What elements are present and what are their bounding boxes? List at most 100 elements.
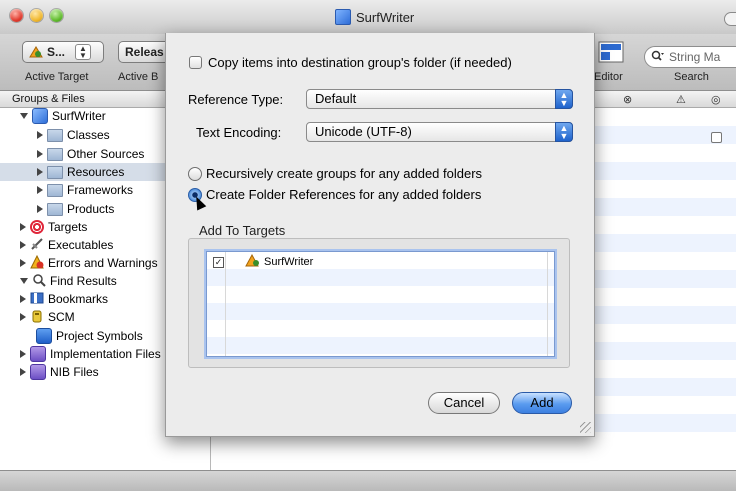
sidebar-item-errors-and-warnings[interactable]: Errors and Warnings — [20, 254, 158, 272]
sidebar-item-other-sources[interactable]: Other Sources — [37, 145, 144, 163]
sidebar-item-label: Products — [67, 202, 115, 216]
smart-group-icon — [30, 346, 46, 362]
active-target-popup[interactable]: S... ▲ ▼ — [22, 41, 104, 63]
minimize-window-button[interactable] — [30, 9, 43, 22]
sidebar-item-find-results[interactable]: Find Results — [20, 272, 117, 290]
disclosure-closed-icon[interactable] — [20, 241, 26, 249]
reference-type-value: Default — [315, 91, 357, 106]
window-title: SurfWriter — [335, 9, 414, 25]
disclosure-closed-icon[interactable] — [20, 223, 26, 231]
disclosure-closed-icon[interactable] — [37, 150, 43, 158]
errors-column-icon[interactable]: ⊗ — [623, 93, 632, 106]
popup-stepper-icon: ▲ ▼ — [75, 44, 92, 60]
target-name: SurfWriter — [264, 256, 314, 268]
target-membership-checkbox[interactable] — [711, 132, 722, 143]
close-window-button[interactable] — [10, 9, 23, 22]
disclosure-closed-icon[interactable] — [37, 168, 43, 176]
search-icon — [651, 50, 665, 65]
sidebar-item-surfwriter[interactable]: SurfWriter — [20, 107, 106, 125]
popup-arrows-icon: ▲ ▼ — [555, 122, 573, 142]
sidebar-item-targets[interactable]: Targets — [20, 218, 87, 236]
disclosure-closed-icon[interactable] — [37, 205, 43, 213]
cancel-button[interactable]: Cancel — [428, 392, 500, 414]
add-button[interactable]: Add — [512, 392, 572, 414]
target-icon — [30, 220, 44, 234]
sidebar-item-bookmarks[interactable]: Bookmarks — [20, 290, 108, 308]
sidebar-item-scm[interactable]: SCM — [20, 308, 75, 326]
sidebar-item-label: Targets — [48, 220, 88, 234]
sidebar-item-implementation-files[interactable]: Implementation Files — [20, 345, 161, 363]
sidebar-item-label: Project Symbols — [56, 329, 143, 343]
folder-icon — [47, 165, 63, 179]
sidebar-item-resources[interactable]: Resources — [37, 163, 124, 181]
toolbar-toggle-button[interactable] — [724, 12, 736, 26]
disclosure-closed-icon[interactable] — [37, 131, 43, 139]
copy-items-checkbox[interactable] — [189, 56, 202, 69]
targets-table[interactable]: ✓ SurfWriter — [206, 251, 555, 357]
sidebar-item-label: Bookmarks — [48, 292, 109, 306]
sidebar-item-label: SurfWriter — [52, 109, 106, 123]
column-divider — [547, 252, 548, 356]
zoom-window-button[interactable] — [50, 9, 63, 22]
sidebar-item-project-symbols[interactable]: Project Symbols — [36, 327, 143, 345]
copy-items-label: Copy items into destination group's fold… — [208, 55, 512, 70]
reference-type-popup[interactable]: Default ▲ ▼ — [306, 89, 573, 109]
add-to-targets-title: Add To Targets — [199, 223, 286, 238]
sidebar-item-nib-files[interactable]: NIB Files — [20, 363, 99, 381]
search-field[interactable]: String Ma — [644, 46, 736, 68]
scm-icon — [30, 309, 44, 326]
disclosure-closed-icon[interactable] — [20, 368, 26, 376]
folder-icon — [47, 202, 63, 216]
disclosure-closed-icon[interactable] — [37, 186, 43, 194]
text-encoding-value: Unicode (UTF-8) — [315, 124, 412, 139]
active-target-value: S... — [47, 45, 66, 59]
sidebar-item-executables[interactable]: Executables — [20, 236, 113, 254]
sidebar-item-label: Frameworks — [67, 183, 134, 197]
bookmarks-icon — [30, 291, 44, 308]
popup-arrows-icon: ▲ ▼ — [555, 89, 573, 109]
smart-group-icon — [30, 364, 46, 380]
symbols-icon — [36, 328, 52, 344]
column-divider — [225, 252, 226, 356]
disclosure-closed-icon[interactable] — [20, 295, 26, 303]
add-files-sheet: Copy items into destination group's fold… — [165, 33, 595, 437]
xcode-project-window: SurfWriter S... ▲ ▼ Releas Active Target … — [0, 0, 736, 491]
sidebar-item-label: NIB Files — [50, 365, 99, 379]
table-row — [207, 286, 554, 303]
folder-icon — [47, 183, 63, 197]
text-encoding-popup[interactable]: Unicode (UTF-8) ▲ ▼ — [306, 122, 573, 142]
executables-icon — [30, 237, 44, 254]
warnings-column-icon[interactable]: ⚠ — [676, 93, 686, 106]
resize-grip-icon[interactable] — [580, 422, 591, 433]
active-build-configuration-value: Releas — [125, 45, 164, 59]
disclosure-closed-icon[interactable] — [20, 259, 26, 267]
target-row-surfwriter[interactable]: SurfWriter — [245, 253, 314, 270]
sidebar-item-label: Implementation Files — [50, 347, 161, 361]
radio-folder-references-label: Create Folder References for any added f… — [206, 187, 482, 202]
sidebar-item-classes[interactable]: Classes — [37, 126, 110, 144]
sidebar-item-label: Classes — [67, 128, 110, 142]
sidebar-item-label: Errors and Warnings — [48, 256, 158, 270]
table-row — [207, 320, 554, 337]
project-icon — [32, 108, 48, 124]
sidebar-item-products[interactable]: Products — [37, 200, 114, 218]
disclosure-closed-icon[interactable] — [20, 313, 26, 321]
target-column-icon[interactable]: ◎ — [711, 93, 721, 106]
radio-recursive-groups[interactable] — [188, 167, 202, 181]
reference-type-label: Reference Type: — [188, 92, 284, 107]
folder-icon — [47, 147, 63, 161]
disclosure-open-icon[interactable] — [20, 278, 28, 284]
status-bar — [0, 470, 736, 491]
table-row — [207, 303, 554, 320]
window-title-text: SurfWriter — [356, 9, 415, 25]
target-checkbox-surfwriter[interactable]: ✓ — [213, 257, 224, 268]
disclosure-open-icon[interactable] — [20, 113, 28, 119]
disclosure-closed-icon[interactable] — [20, 350, 26, 358]
sidebar-item-frameworks[interactable]: Frameworks — [37, 181, 133, 199]
editor-toggle-icon[interactable] — [598, 41, 624, 63]
active-build-label: Active B — [118, 71, 159, 83]
search-placeholder: String Ma — [669, 50, 721, 64]
folder-icon — [47, 128, 63, 142]
target-icon — [29, 46, 43, 58]
editor-label: Editor — [594, 71, 623, 83]
